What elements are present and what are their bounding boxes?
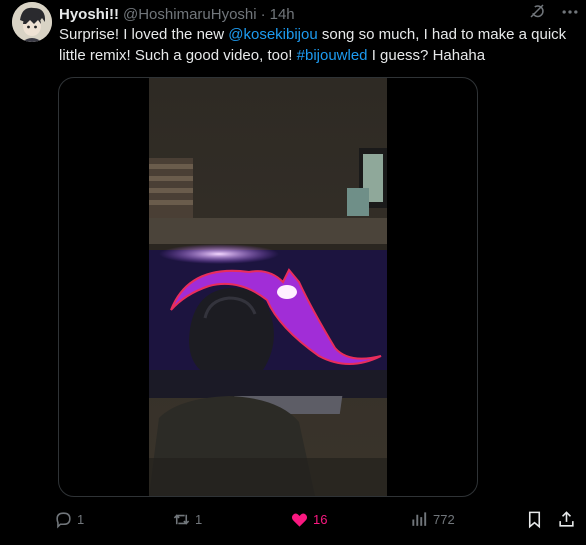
hashtag-link[interactable]: #bijouwled (297, 47, 368, 64)
more-icon[interactable] (560, 2, 580, 22)
bookmark-icon (528, 511, 541, 528)
separator: · (260, 5, 266, 23)
grok-icon[interactable] (528, 2, 546, 20)
tweet-time[interactable]: 14h (270, 6, 295, 23)
avatar-illustration (12, 2, 52, 42)
video-player[interactable] (58, 77, 478, 497)
tweet-text: Surprise! I loved the new @kosekibijou s… (59, 24, 579, 66)
views-icon (412, 511, 427, 526)
reply-icon (56, 511, 71, 529)
bookmark-button[interactable] (525, 506, 544, 532)
action-bar: 1 1 16 772 (52, 506, 578, 532)
video-frame (149, 78, 387, 496)
tweet-header: Hyoshi!! @HoshimaruHyoshi · 14h (59, 4, 572, 24)
repost-count: 1 (195, 511, 203, 527)
author-avatar[interactable] (12, 2, 52, 42)
share-icon (559, 510, 574, 527)
mention-link[interactable]: @kosekibijou (228, 26, 317, 43)
repost-button[interactable]: 1 (172, 506, 202, 532)
views-button[interactable]: 772 (410, 506, 455, 532)
author-handle[interactable]: @HoshimaruHyoshi (123, 6, 257, 23)
repost-icon (173, 513, 190, 525)
share-button[interactable] (557, 506, 576, 532)
reply-button[interactable]: 1 (54, 506, 84, 532)
heart-icon (291, 513, 308, 527)
like-count: 16 (313, 511, 328, 527)
text-part: Surprise! I loved the new (59, 26, 229, 43)
like-button[interactable]: 16 (290, 506, 327, 532)
text-part: I guess? Hahaha (367, 47, 486, 64)
reply-count: 1 (77, 511, 85, 527)
views-count: 772 (433, 511, 455, 527)
author-name[interactable]: Hyoshi!! (59, 6, 119, 23)
